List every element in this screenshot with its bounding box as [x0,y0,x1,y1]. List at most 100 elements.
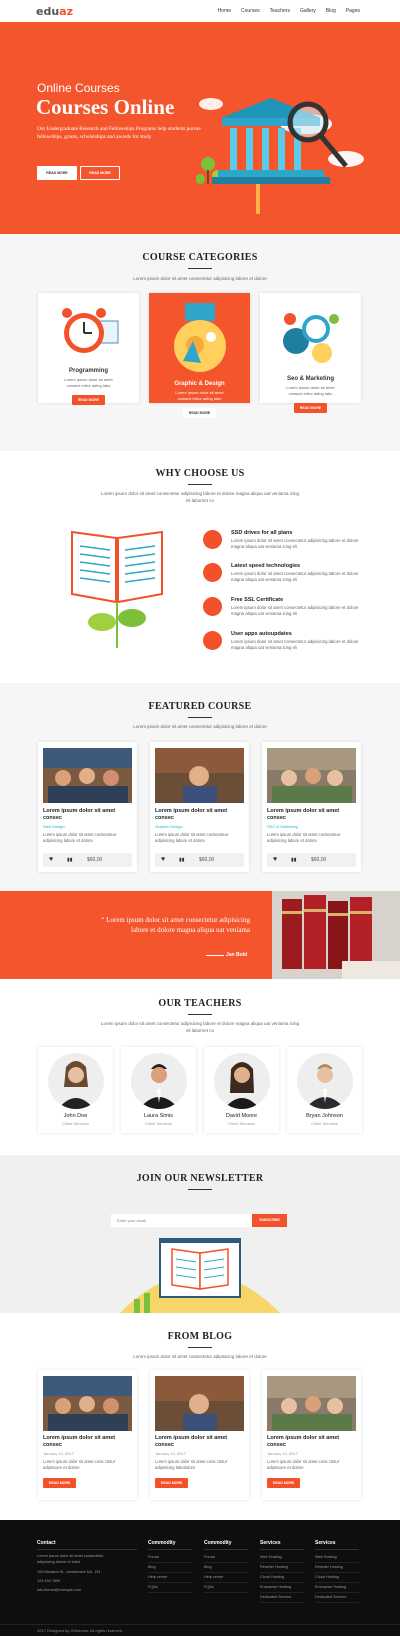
course-card[interactable]: Lorem ipsum dolor sit amet consec SEO & … [262,742,361,872]
footer-link[interactable]: Cloud Hosting [315,1573,359,1583]
hero-read-more-outline-button[interactable]: READ MORE [80,166,120,180]
category-read-more-button[interactable]: READ MORE [71,395,106,405]
nav-courses[interactable]: Courses [241,8,260,14]
title-divider [188,1014,212,1015]
hero-read-more-button[interactable]: READ MORE [37,166,77,180]
feature-title: Free SSL Certificate [231,597,284,603]
footer-link[interactable]: Help center [148,1573,192,1583]
footer-link[interactable]: Web Hosting [315,1553,359,1563]
teacher-photo [130,1053,187,1109]
why-subtitle: Lorem ipsum dolor sit amet consectetur a… [100,491,300,503]
alarm-clock-icon [61,308,118,353]
blog-desc: Lorem ipsum dolor sit amet cons ctetur a… [43,1459,116,1470]
quote-divider [206,955,224,956]
footer-contact: Contact Lorem ipsum dolor sit amet conse… [37,1540,137,1595]
featured-subtitle: Lorem ipsum dolor sit amet consectetur a… [133,724,267,729]
footer-link[interactable]: Dedicated Servers [260,1593,304,1603]
course-title[interactable]: Lorem ipsum dolor sit amet consec [267,808,357,822]
blog-card[interactable]: Lorem ipsum dolor sit amet consec Januar… [38,1370,137,1500]
blog-read-more-button[interactable]: READ MORE [43,1478,77,1488]
footer-heading: Commodity [204,1540,248,1550]
site-header: eduaz Home Courses Teachers Gallery Blog… [0,0,400,22]
truck-icon [203,530,222,549]
footer-link[interactable]: Dedicated Servers [315,1593,359,1603]
nav-home[interactable]: Home [218,8,231,14]
course-category[interactable]: Web Design [43,824,65,829]
category-desc: Lorem ipsum dolor sit amet consect etrtu… [286,385,335,396]
course-price: $60,00 [87,857,103,863]
logo[interactable]: eduaz [36,5,73,18]
blog-card[interactable]: Lorem ipsum dolor sit amet consec Januar… [262,1370,361,1500]
category-card-graphic-design[interactable]: Graphic & Design Lorem ipsum dolor sit a… [149,293,250,418]
blog-read-more-button[interactable]: READ MORE [267,1478,301,1488]
footer-col-commodity-2: Commodity Forum Blog Help center FQAs [204,1540,248,1593]
footer-link[interactable]: Enterprise Hosting [260,1583,304,1593]
course-title[interactable]: Lorem ipsum dolor sit amet consec [155,808,245,822]
blog-read-more-button[interactable]: READ MORE [155,1478,189,1488]
category-read-more-button[interactable]: READ MORE [293,403,328,413]
copyright: 2017 Designed by Orthemes. All rights re… [37,1628,122,1633]
footer-link[interactable]: Help center [204,1573,248,1583]
blog-post-title[interactable]: Lorem ipsum dolor sit amet consec [155,1435,245,1449]
blog-card[interactable]: Lorem ipsum dolor sit amet consec Januar… [150,1370,249,1500]
teacher-card[interactable]: Laura Simis Client Services [121,1047,196,1133]
category-name: Seo & Marketing [286,376,334,382]
chart-icon[interactable]: ▮▮ [67,857,73,863]
nav-gallery[interactable]: Gallery [300,8,316,14]
category-name: Programming [68,368,108,374]
category-read-more-button[interactable]: READ MORE [182,408,217,418]
course-card[interactable]: Lorem ipsum dolor sit amet consec Web De… [38,742,137,872]
chart-icon[interactable]: ▮▮ [291,857,297,863]
footer-col-services-2: Services Web Hosting Reseller Hosting Cl… [315,1540,359,1603]
chart-icon[interactable]: ▮▮ [179,857,185,863]
course-price: $60,00 [311,857,327,863]
category-desc: Lorem ipsum dolor sit amet consect etrtu… [64,377,113,388]
footer-link[interactable]: Enterprise Hosting [315,1583,359,1593]
footer-link[interactable]: FQAs [148,1583,192,1593]
course-category[interactable]: SEO & Marketing [267,824,298,829]
teacher-photo [213,1053,270,1109]
footer-contact-text-2: adipisicing labore et trdtol [37,1560,81,1564]
footer-link[interactable]: FQAs [204,1583,248,1593]
footer-link[interactable]: Forum [148,1553,192,1563]
design-palette-icon [173,303,226,372]
footer-link[interactable]: Blog [204,1563,248,1573]
subscribe-button[interactable]: SUBSCRIBE [252,1214,287,1227]
course-title[interactable]: Lorem ipsum dolor sit amet consec [43,808,133,822]
nav-blog[interactable]: Blog [326,8,336,14]
newsletter-email-input[interactable]: Enter your email [111,1214,252,1227]
logo-text-a: edu [36,5,60,18]
seo-marketing-icon [282,313,339,363]
teacher-photo [47,1053,104,1109]
footer-link[interactable]: Blog [148,1563,192,1573]
nav-teachers[interactable]: Teachers [270,8,290,14]
course-card[interactable]: Lorem ipsum dolor sit amet consec Graphi… [150,742,249,872]
nav-pages[interactable]: Pages [346,8,360,14]
footer-phone: 123 456 7890 [37,1579,61,1583]
course-category[interactable]: Graphic Design [155,824,183,829]
heart-icon[interactable]: ♥ [161,856,165,863]
footer-link[interactable]: Reseller Hosting [315,1563,359,1573]
blog-image [267,1376,356,1431]
footer-link[interactable]: Forum [204,1553,248,1563]
footer-link[interactable]: Cloud Hosting [260,1573,304,1583]
footer-heading: Services [315,1540,359,1550]
teacher-card[interactable]: John Doe Client Services [38,1047,113,1133]
feature-title: SSD drives for all plans [231,530,293,536]
teacher-card[interactable]: Bryan Johnson Client Services [287,1047,362,1133]
blog-post-title[interactable]: Lorem ipsum dolor sit amet consec [43,1435,133,1449]
footer-link[interactable]: Web Hosting [260,1553,304,1563]
category-card-programming[interactable]: Programming Lorem ipsum dolor sit amet c… [38,293,139,405]
footer-email[interactable]: info.theme@example.com [37,1586,137,1595]
footer-link[interactable]: Reseller Hosting [260,1563,304,1573]
hero-illustration [196,98,364,214]
heart-icon[interactable]: ♥ [49,856,53,863]
teacher-card[interactable]: David Moore Client Services [204,1047,279,1133]
footer-col-services-1: Services Web Hosting Reseller Hosting Cl… [260,1540,304,1603]
category-card-seo-marketing[interactable]: Seo & Marketing Lorem ipsum dolor sit am… [260,293,361,413]
title-divider [188,268,212,269]
teacher-role: Client Services [228,1121,255,1126]
heart-icon[interactable]: ♥ [273,856,277,863]
blog-post-title[interactable]: Lorem ipsum dolor sit amet consec [267,1435,357,1449]
blog-image [43,1376,132,1431]
